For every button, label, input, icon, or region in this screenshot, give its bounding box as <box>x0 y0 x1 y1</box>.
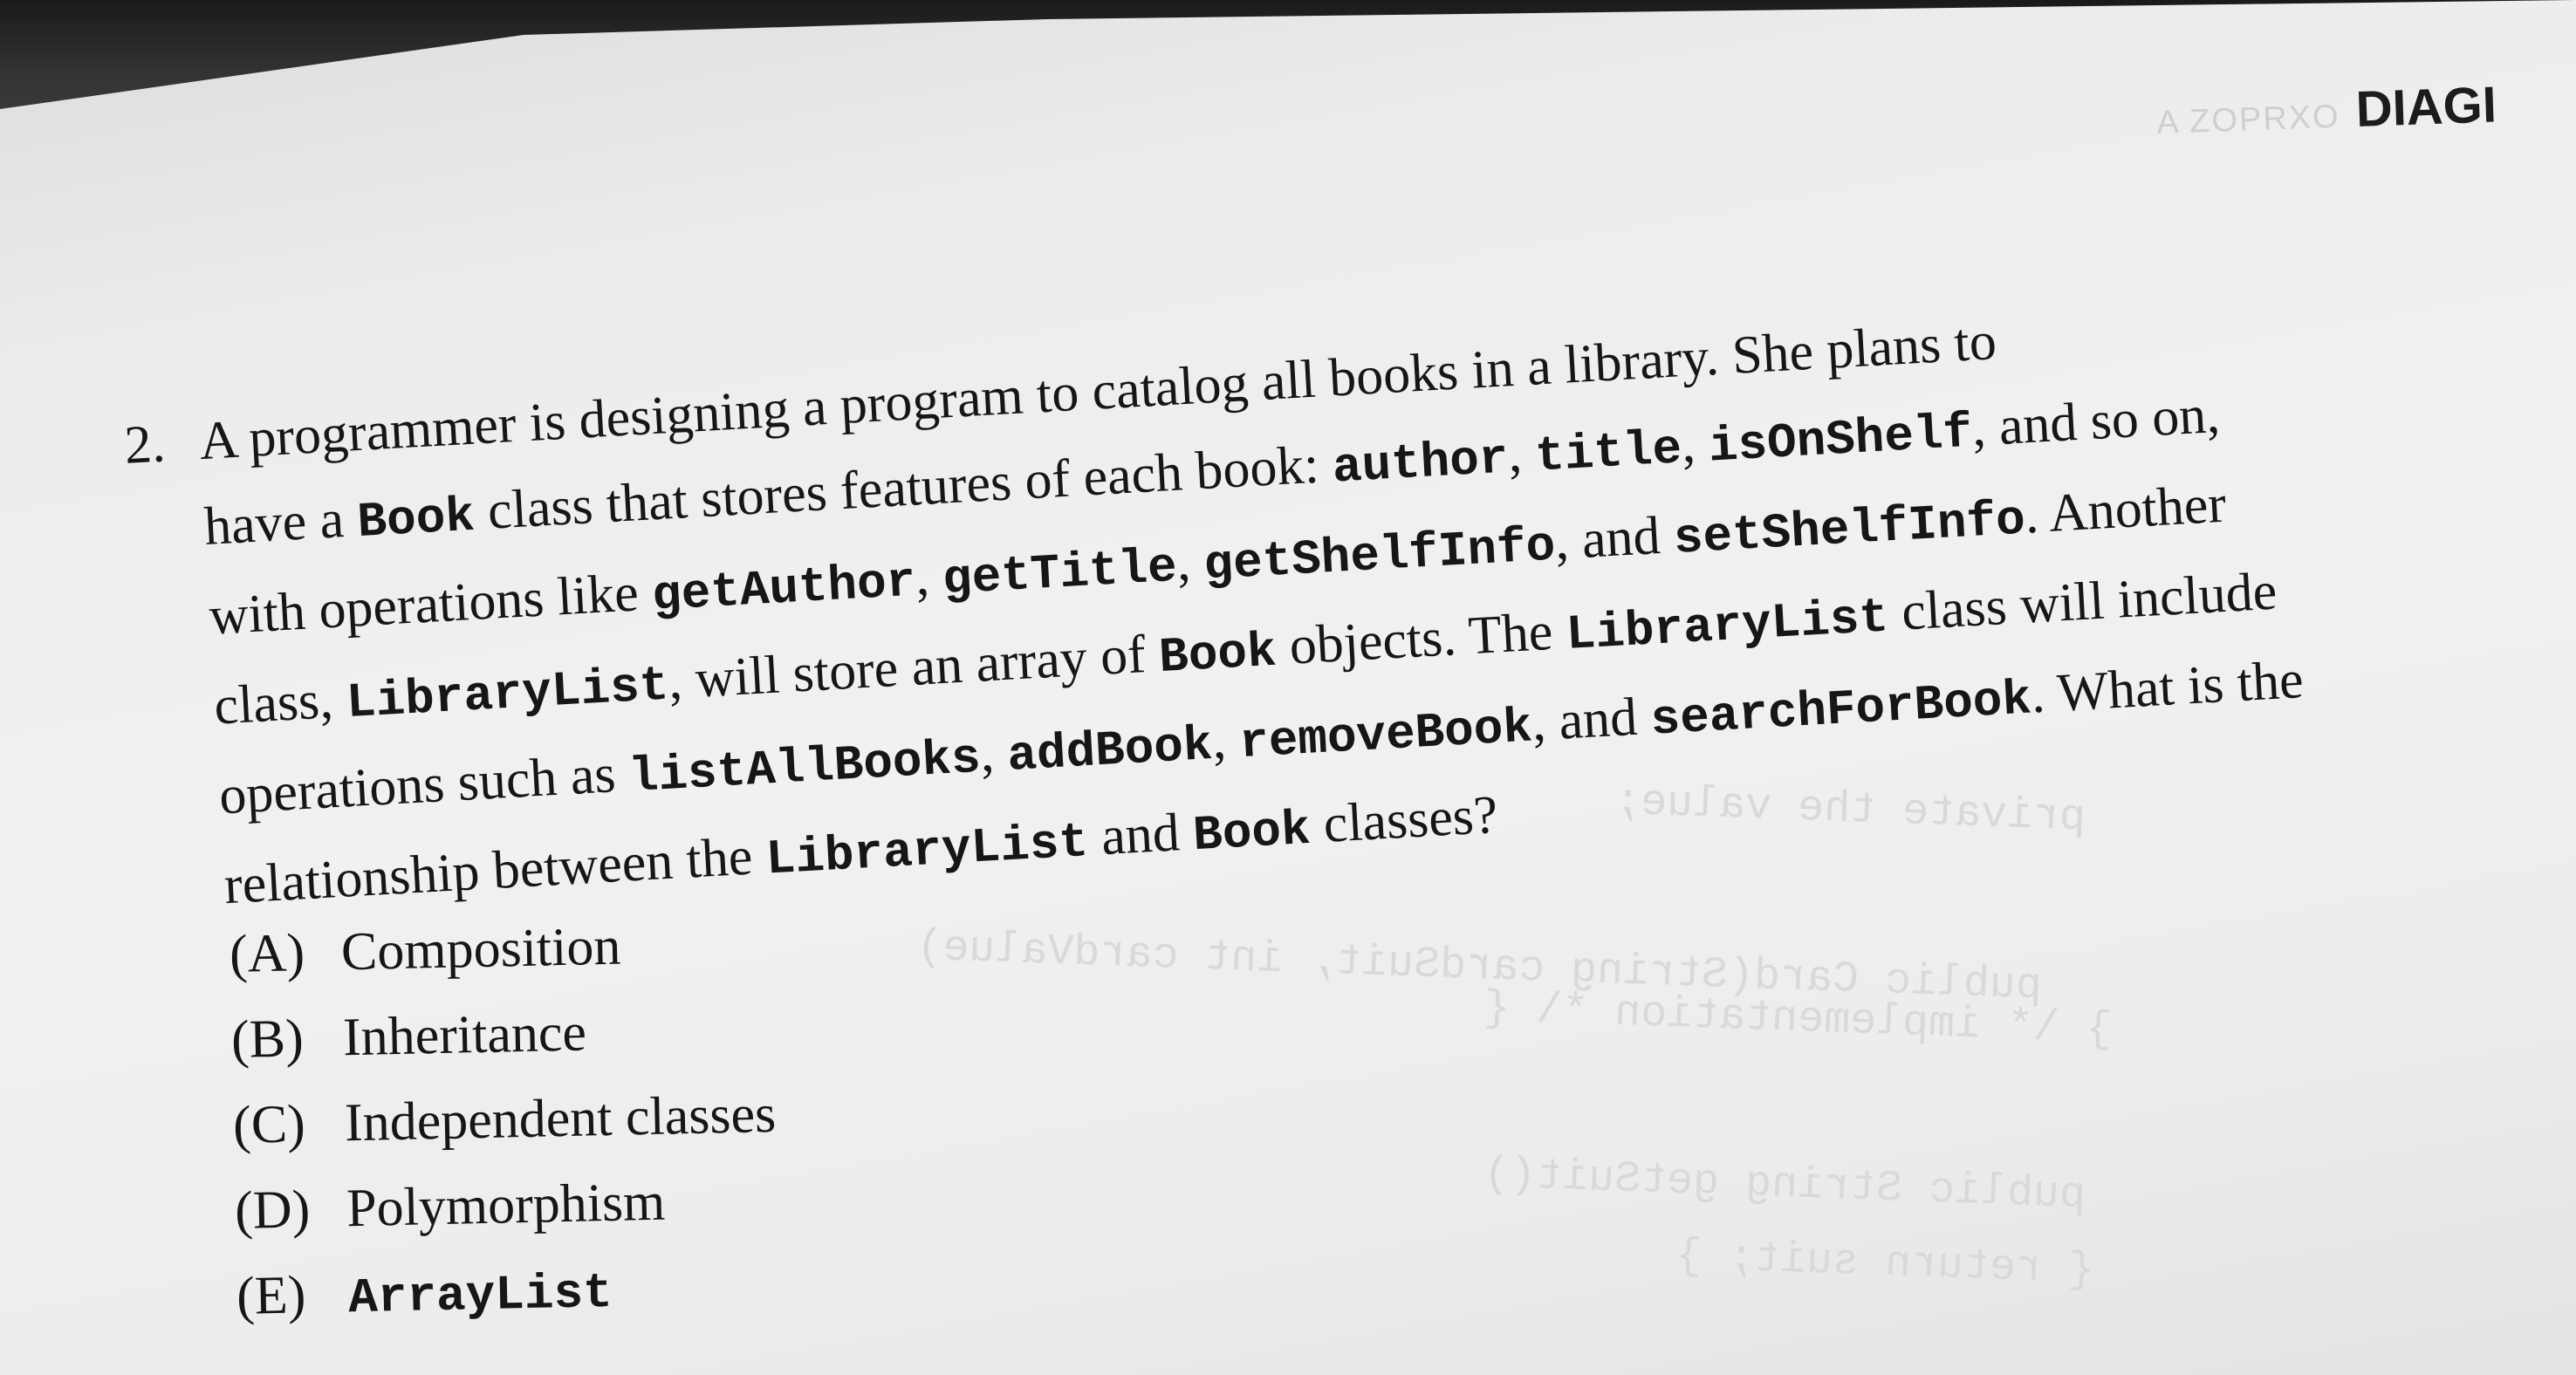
code-token: author <box>1331 430 1511 496</box>
prose-segment: , <box>914 545 944 607</box>
question-block: 2. A programmer is designing a program t… <box>122 274 2470 938</box>
choice-option: (B) Inheritance <box>230 986 775 1083</box>
code-token: isOnShelf <box>1707 404 1974 475</box>
prose-segment: objects. The <box>1274 601 1568 677</box>
choice-text: Independent classes <box>344 1084 777 1153</box>
code-token: Book <box>355 488 476 551</box>
code-token: addBook <box>1005 716 1215 784</box>
prose-segment: , <box>1210 709 1241 770</box>
prose-segment: , <box>978 722 1010 783</box>
prose-segment: class, <box>212 669 348 736</box>
code-token: LibraryList <box>1565 589 1890 663</box>
prose-segment: , and <box>1553 505 1675 571</box>
choice-letter: (D) <box>234 1180 311 1241</box>
code-token: getTitle <box>941 538 1179 608</box>
code-token: getShelfInfo <box>1202 517 1558 594</box>
choice-option: (C) Independent classes <box>232 1071 777 1168</box>
answer-choices: (A) Composition (B) Inheritance (C) Independe… <box>229 900 780 1344</box>
prose-segment: , will store an array of <box>667 624 1161 711</box>
choice-letter: (E) <box>236 1265 307 1326</box>
prose-segment: . Another <box>2023 474 2228 545</box>
code-token: setShelfInfo <box>1672 491 2027 567</box>
code-token: Book <box>1191 801 1312 865</box>
choice-option: (E) ArrayList <box>236 1242 780 1344</box>
choice-text: ArrayList <box>347 1264 613 1327</box>
code-token: title <box>1533 421 1683 485</box>
prose-segment: operations such as <box>217 743 631 826</box>
choice-option: (D) Polymorphism <box>234 1157 778 1254</box>
header-faint-text: A ZOPRXO <box>2155 98 2341 141</box>
choice-text: Inheritance <box>342 1002 587 1068</box>
prose-segment: , and so on, <box>1970 384 2222 458</box>
prose-segment: class will include <box>1886 561 2278 643</box>
prose-segment: classes? <box>1308 784 1500 855</box>
code-token: getAuthor <box>650 553 918 625</box>
question-text: A programmer is designing a program to c… <box>197 270 2545 934</box>
question-number: 2. <box>122 414 168 475</box>
book-page: private the value; public Card(String ca… <box>0 0 2576 1375</box>
code-token: searchForBook <box>1648 671 2033 749</box>
chapter-header: A ZOPRXO DIAGI <box>2155 75 2497 146</box>
prose-segment: have a <box>202 489 360 557</box>
choice-option: (A) Composition <box>229 900 773 997</box>
bleed-through-text: public String getSuit() <box>1483 1149 2086 1221</box>
choice-letter: (C) <box>232 1094 306 1155</box>
prose-segment: , <box>1175 531 1206 592</box>
choice-letter: (B) <box>230 1009 305 1070</box>
bleed-through-text: { return suit; } <box>1675 1231 2095 1296</box>
code-token: removeBook <box>1237 699 1534 772</box>
prose-segment: , and <box>1530 686 1653 753</box>
code-token: listAllBooks <box>627 729 983 806</box>
prose-segment: , <box>1679 413 1710 475</box>
choice-letter: (A) <box>229 923 305 984</box>
choice-text: Composition <box>340 916 622 982</box>
prose-segment: . What is the <box>2029 650 2305 725</box>
prose-segment: with operations like <box>207 562 654 646</box>
choice-text: Polymorphism <box>346 1172 666 1239</box>
prose-segment: , <box>1506 422 1537 484</box>
code-token: Book <box>1157 623 1278 687</box>
prose-segment: and <box>1086 802 1195 867</box>
code-token: LibraryList <box>345 657 671 732</box>
code-token: LibraryList <box>764 814 1090 888</box>
header-label: DIAGI <box>2354 76 2497 138</box>
